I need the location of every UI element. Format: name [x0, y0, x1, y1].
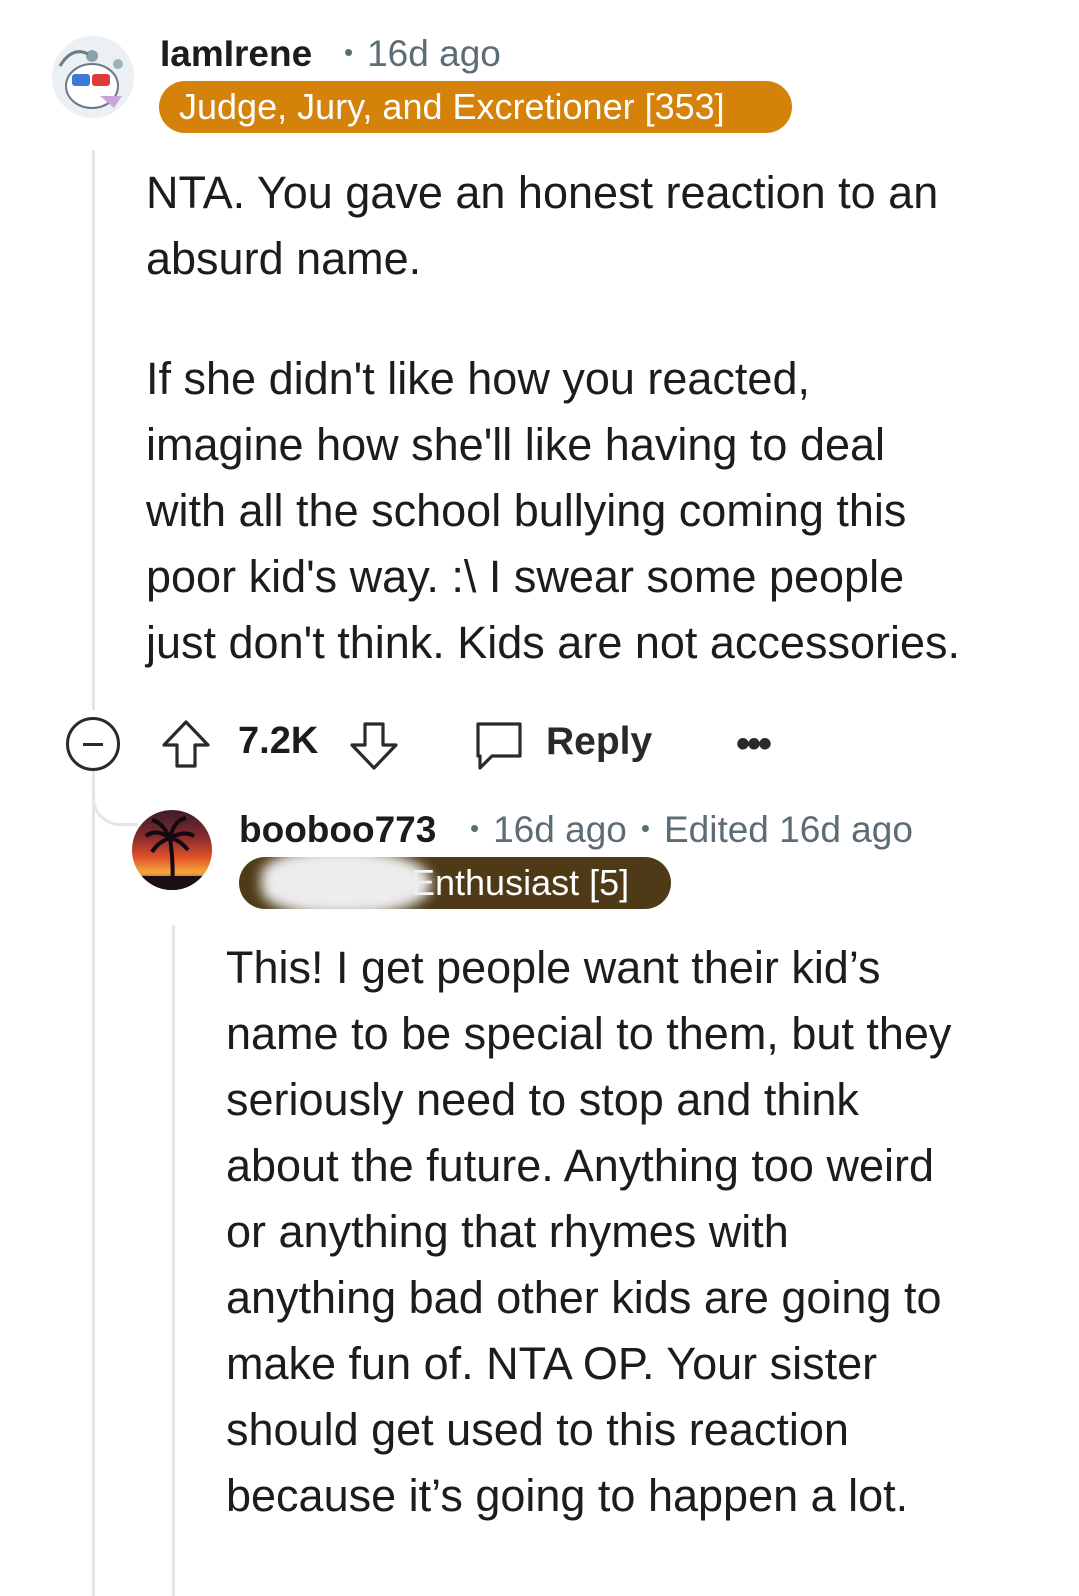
avatar[interactable] — [132, 810, 212, 890]
redacted-blur — [261, 857, 431, 909]
comment-paragraph: NTA. You gave an honest reaction to an a… — [146, 167, 939, 284]
palm-tree-sunset-icon — [132, 816, 212, 890]
separator-dot: • — [640, 812, 650, 843]
timestamp: 16d ago — [367, 33, 501, 74]
timestamp: 16d ago — [493, 809, 627, 850]
reply-button[interactable]: Reply — [546, 720, 652, 764]
comment-paragraph: This! I get people want their kid’s name… — [226, 942, 952, 1521]
separator-dot: • — [344, 36, 354, 67]
comment-meta: • 16d ago — [330, 33, 501, 75]
comment-body: This! I get people want their kid’s name… — [226, 935, 1056, 1529]
comment-meta: • 16d ago • Edited 16d ago — [456, 809, 913, 851]
more-options-icon[interactable]: ••• — [736, 722, 772, 767]
user-flair: Enthusiast [5] — [239, 857, 671, 909]
comment-thread: IamIrene • 16d ago Judge, Jury, and Excre… — [0, 0, 1079, 1596]
vote-count: 7.2K — [238, 720, 319, 762]
collapse-icon[interactable] — [66, 717, 120, 771]
comment-paragraph: If she didn't like how you reacted, imag… — [146, 353, 960, 668]
user-flair-label: Enthusiast [5] — [411, 862, 630, 903]
comment-body: NTA. You gave an honest reaction to an a… — [146, 160, 1046, 676]
downvote-arrow-icon[interactable] — [348, 720, 400, 772]
edited-label: Edited 16d ago — [663, 809, 913, 850]
username[interactable]: booboo773 — [239, 809, 436, 851]
speech-bubble-icon[interactable] — [472, 718, 526, 772]
thread-line[interactable] — [92, 150, 95, 710]
thread-line[interactable] — [92, 770, 95, 1596]
upvote-arrow-icon[interactable] — [160, 718, 212, 770]
separator-dot: • — [470, 812, 480, 843]
avatar[interactable] — [52, 36, 134, 118]
reply-thread-line[interactable] — [172, 925, 175, 1596]
snoo-avatar-icon — [52, 36, 134, 118]
username[interactable]: IamIrene — [160, 33, 312, 75]
user-flair: Judge, Jury, and Excretioner [353] — [159, 81, 792, 133]
